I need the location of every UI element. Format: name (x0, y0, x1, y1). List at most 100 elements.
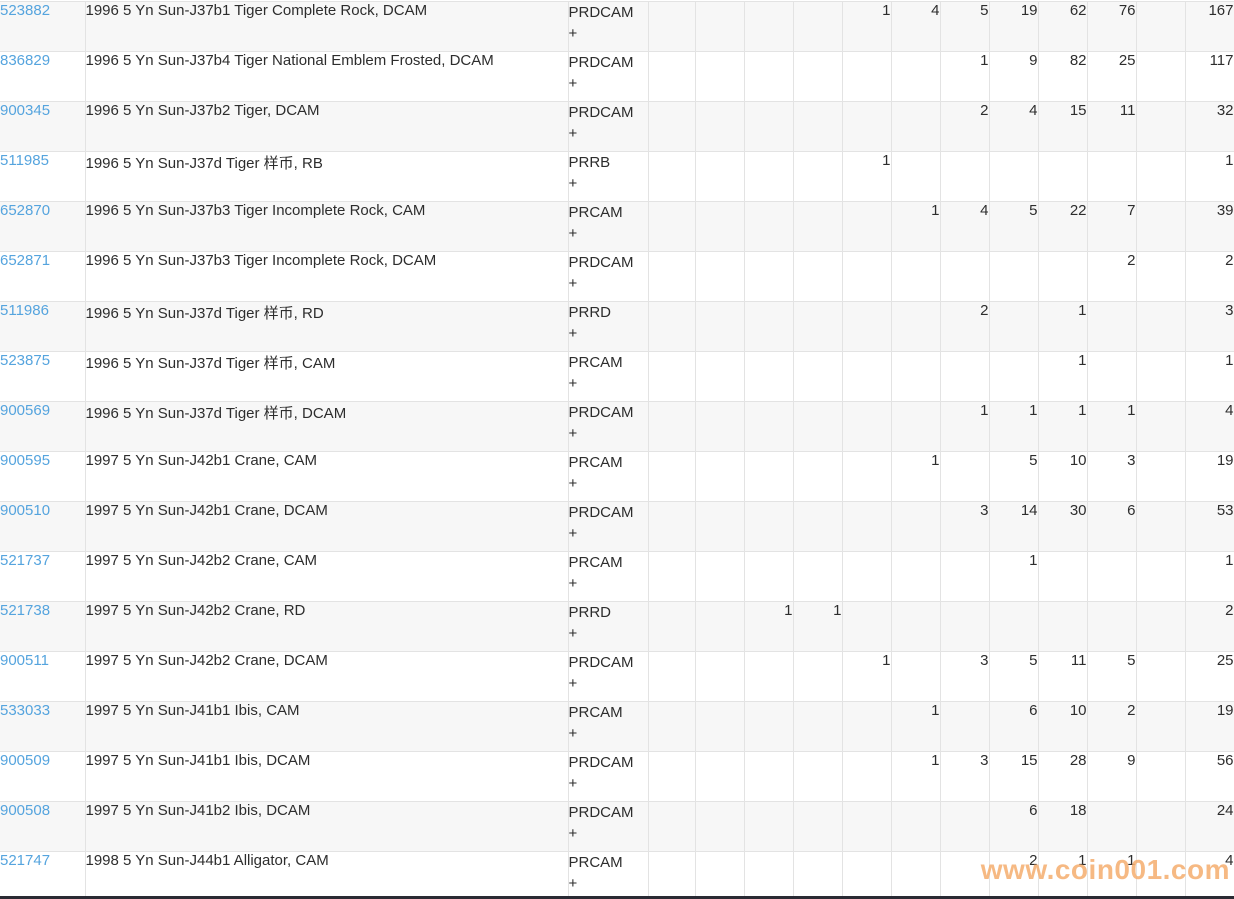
coin-id-link[interactable]: 652870 (0, 202, 50, 219)
grade-count-cell (695, 152, 744, 202)
grade-count-cell (1136, 152, 1185, 202)
coin-id-link[interactable]: 900511 (0, 652, 49, 669)
grade-count-cell: 1 (744, 602, 793, 652)
designation-plus: + (569, 673, 648, 694)
grade-count-cell: 1 (842, 652, 891, 702)
grade-count-cell (648, 452, 695, 502)
grade-count-cell (1136, 402, 1185, 452)
grade-count-cell (842, 252, 891, 302)
designation-label: PRDCAM (569, 502, 648, 523)
grade-count-cell: 76 (1087, 2, 1136, 52)
grade-count-cell (842, 852, 891, 899)
grade-count-cell (940, 252, 989, 302)
grade-count-cell: 1 (842, 152, 891, 202)
designation-plus: + (569, 423, 648, 444)
total-count-cell: 24 (1185, 802, 1234, 852)
designation-label: PRRB (569, 152, 648, 173)
total-count-cell: 1 (1185, 152, 1234, 202)
grade-count-cell: 9 (1087, 752, 1136, 802)
grade-count-cell (891, 102, 940, 152)
grade-count-cell: 1 (1038, 852, 1087, 899)
table-row: 900509 1997 5 Yn Sun-J41b1 Ibis, DCAM PR… (0, 752, 1234, 802)
grade-count-cell (744, 852, 793, 899)
coin-id-link[interactable]: 900509 (0, 752, 50, 769)
grade-count-cell: 25 (1087, 52, 1136, 102)
grade-count-cell (793, 352, 842, 402)
designation-cell: PRDCAM + (568, 752, 648, 802)
grade-count-cell (1136, 802, 1185, 852)
coin-id-cell: 521738 (0, 602, 85, 652)
coin-id-link[interactable]: 521738 (0, 602, 50, 619)
table-row: 900508 1997 5 Yn Sun-J41b2 Ibis, DCAM PR… (0, 802, 1234, 852)
coin-id-link[interactable]: 533033 (0, 702, 50, 719)
grade-count-cell (1136, 502, 1185, 552)
coin-description: 1996 5 Yn Sun-J37b3 Tiger Incomplete Roc… (85, 202, 568, 252)
designation-cell: PRDCAM + (568, 252, 648, 302)
coin-id-link[interactable]: 652871 (0, 252, 50, 269)
coin-id-link[interactable]: 900595 (0, 452, 50, 469)
grade-count-cell (695, 352, 744, 402)
grade-count-cell (793, 852, 842, 899)
grade-count-cell (744, 2, 793, 52)
grade-count-cell: 14 (989, 502, 1038, 552)
grade-count-cell (695, 402, 744, 452)
table-row: 511985 1996 5 Yn Sun-J37d Tiger 样币, RB P… (0, 152, 1234, 202)
grade-count-cell (695, 602, 744, 652)
coin-id-link[interactable]: 521747 (0, 852, 50, 869)
coin-id-cell: 900510 (0, 502, 85, 552)
designation-plus: + (569, 523, 648, 544)
coin-id-link[interactable]: 900569 (0, 402, 50, 419)
designation-label: PRDCAM (569, 102, 648, 123)
grade-count-cell (648, 652, 695, 702)
grade-count-cell (744, 752, 793, 802)
designation-label: PRDCAM (569, 752, 648, 773)
grade-count-cell (940, 852, 989, 899)
grade-count-cell (842, 702, 891, 752)
coin-id-cell: 900569 (0, 402, 85, 452)
grade-count-cell (1038, 252, 1087, 302)
coin-id-link[interactable]: 900345 (0, 102, 50, 119)
coin-id-link[interactable]: 521737 (0, 552, 50, 569)
designation-label: PRDCAM (569, 802, 648, 823)
grade-count-cell (793, 402, 842, 452)
coin-id-cell: 652870 (0, 202, 85, 252)
coin-id-link[interactable]: 900508 (0, 802, 50, 819)
grade-count-cell (744, 702, 793, 752)
grade-count-cell (648, 52, 695, 102)
grade-count-cell (648, 302, 695, 352)
coin-description: 1996 5 Yn Sun-J37d Tiger 样币, RB (85, 152, 568, 202)
grade-count-cell: 5 (1087, 652, 1136, 702)
grade-count-cell (1136, 652, 1185, 702)
coin-id-cell: 900595 (0, 452, 85, 502)
grade-count-cell (940, 352, 989, 402)
coin-id-link[interactable]: 900510 (0, 502, 50, 519)
coin-id-cell: 521737 (0, 552, 85, 602)
coin-id-link[interactable]: 836829 (0, 52, 50, 69)
coin-id-cell: 533033 (0, 702, 85, 752)
coin-id-link[interactable]: 523882 (0, 2, 50, 19)
grade-count-cell (744, 802, 793, 852)
grade-count-cell: 3 (1087, 452, 1136, 502)
designation-label: PRDCAM (569, 52, 648, 73)
grade-count-cell: 1 (1038, 352, 1087, 402)
grade-count-cell (940, 452, 989, 502)
grade-count-cell (891, 152, 940, 202)
grade-count-cell (793, 552, 842, 602)
grade-count-cell (1136, 752, 1185, 802)
grade-count-cell (648, 152, 695, 202)
coin-id-link[interactable]: 511986 (0, 302, 49, 319)
grade-count-cell (989, 352, 1038, 402)
grade-count-cell: 4 (940, 202, 989, 252)
grade-count-cell (793, 52, 842, 102)
grade-count-cell (842, 502, 891, 552)
coin-id-link[interactable]: 523875 (0, 352, 50, 369)
grade-count-cell (1087, 602, 1136, 652)
coin-id-link[interactable]: 511985 (0, 152, 49, 169)
table-row: 900511 1997 5 Yn Sun-J42b2 Crane, DCAM P… (0, 652, 1234, 702)
grade-count-cell (1087, 302, 1136, 352)
total-count-cell: 53 (1185, 502, 1234, 552)
designation-plus: + (569, 173, 648, 194)
grade-count-cell (989, 152, 1038, 202)
grade-count-cell (989, 602, 1038, 652)
grade-count-cell (744, 352, 793, 402)
